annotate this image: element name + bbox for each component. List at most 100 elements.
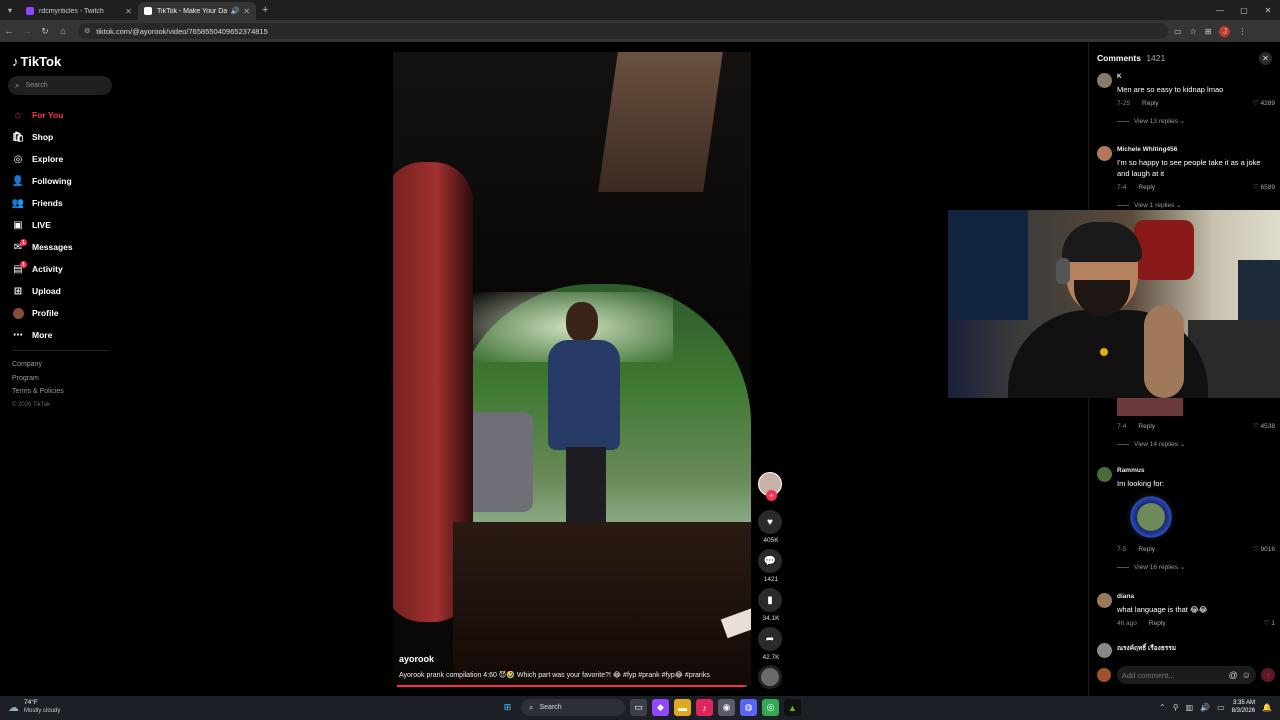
taskbar-search[interactable]: ⌕ Search [521, 699, 625, 716]
notification-bell-icon[interactable]: 🔔 [1262, 703, 1272, 712]
music-disc-icon[interactable] [758, 665, 782, 689]
comment-input[interactable]: Add comment... @ ☺ [1117, 666, 1256, 684]
weather-widget[interactable]: ☁ 74°F Mostly cloudy [8, 699, 60, 715]
close-window-button[interactable]: ✕ [1256, 6, 1280, 15]
sidebar-item-live[interactable]: ▣ LIVE [12, 214, 73, 236]
new-tab-button[interactable]: + [262, 4, 268, 16]
reload-button[interactable]: ↻ [36, 26, 54, 37]
footer-link-company[interactable]: Company [12, 358, 64, 372]
tab-tiktok[interactable]: TikTok - Make Your Day 🔊 ✕ [138, 2, 256, 20]
menu-icon[interactable]: ⋮ [1238, 27, 1246, 36]
comment-username[interactable]: ณรงค์ฤทธิ์ เรืองธรรม [1117, 643, 1275, 653]
file-explorer-icon[interactable]: ▬ [674, 699, 691, 716]
view-replies-button[interactable]: View 14 replies ⌄ [1117, 440, 1275, 450]
sidebar-item-activity[interactable]: ▤ 1 Activity [12, 258, 73, 280]
comment-avatar[interactable] [1097, 643, 1112, 658]
clock[interactable]: 3:35 AM 8/3/2026 [1232, 699, 1255, 715]
bookmark-icon[interactable]: ▮ [758, 588, 782, 612]
sidebar-item-label: Following [32, 176, 72, 186]
comment-avatar[interactable] [1097, 593, 1112, 608]
comment-like-button[interactable]: ♡ 9016 [1253, 545, 1275, 553]
comment-username[interactable]: diana [1117, 593, 1275, 603]
video-player[interactable] [393, 52, 751, 687]
volume-icon[interactable]: 🔊 [1200, 703, 1210, 712]
chrome-icon[interactable]: ◎ [762, 699, 779, 716]
reply-button[interactable]: Reply [1138, 546, 1155, 553]
maximize-button[interactable]: ▢ [1232, 6, 1256, 15]
extensions-icon[interactable]: ⊞ [1205, 27, 1212, 36]
reply-button[interactable]: Reply [1138, 184, 1155, 191]
follow-plus-icon[interactable]: + [766, 490, 777, 501]
comment-username[interactable]: K [1117, 73, 1275, 83]
battery-icon[interactable]: ▭ [1217, 703, 1225, 712]
home-button[interactable]: ⌂ [54, 26, 72, 36]
video-progress-fill [397, 685, 744, 687]
twitch-icon [26, 7, 34, 15]
emoji-icon[interactable]: ☺ [1242, 670, 1251, 680]
search-input[interactable]: ⌕ Search [8, 76, 112, 95]
network-icon[interactable]: ▥ [1186, 703, 1194, 712]
footer-link-program[interactable]: Program [12, 372, 64, 386]
activity-badge: 1 [20, 261, 27, 268]
nvidia-icon[interactable]: ▲ [784, 699, 801, 716]
back-button[interactable]: ← [0, 26, 18, 36]
video-progress-bar[interactable] [397, 685, 747, 687]
comment-text: I'm so happy to see people take it as a … [1117, 158, 1261, 178]
creator-avatar[interactable]: + [758, 472, 782, 501]
task-view-icon[interactable]: ▭ [630, 699, 647, 716]
cast-icon[interactable]: ▭ [1174, 27, 1182, 36]
comment-image[interactable] [1117, 398, 1183, 416]
minimize-button[interactable]: — [1208, 6, 1232, 15]
sidebar-item-upload[interactable]: ⊞ Upload [12, 280, 73, 302]
sidebar-item-shop[interactable]: 🛍 Shop [12, 126, 73, 148]
bookmark-star-icon[interactable]: ☆ [1190, 27, 1197, 36]
sidebar-item-label: Shop [32, 132, 54, 142]
windows-start-icon[interactable]: ⊞ [499, 699, 516, 716]
comment-avatar[interactable] [1097, 467, 1112, 482]
sidebar-item-following[interactable]: 👤 Following [12, 170, 73, 192]
sidebar-item-messages[interactable]: ✉ 1 Messages [12, 236, 73, 258]
comment-like-button[interactable]: ♡ 6589 [1253, 183, 1275, 191]
speaker-icon[interactable]: 🔊 [231, 7, 240, 15]
close-icon[interactable]: ✕ [1259, 52, 1272, 65]
tiktok-logo[interactable]: ♪ TikTok [12, 54, 61, 69]
twitch-icon[interactable]: ◆ [652, 699, 669, 716]
share-icon[interactable]: ➦ [758, 627, 782, 651]
heart-icon[interactable]: ♥ [758, 510, 782, 534]
sidebar-item-more[interactable]: ⋯ More [12, 324, 73, 346]
url-field[interactable]: ⚙ tiktok.com/@ayorook/video/765855040965… [78, 23, 1168, 39]
reply-button[interactable]: Reply [1142, 100, 1159, 107]
sidebar-item-friends[interactable]: 👥 Friends [12, 192, 73, 214]
sidebar-item-profile[interactable]: Profile [12, 302, 73, 324]
video-author[interactable]: ayorook [399, 654, 749, 664]
tab-twitch[interactable]: rdcmyriticles - Twitch ✕ [20, 2, 138, 20]
footer-link-terms[interactable]: Terms & Policies [12, 385, 64, 399]
close-tab-icon[interactable]: ✕ [125, 7, 132, 16]
comment-avatar[interactable] [1097, 146, 1112, 161]
comment-avatar[interactable] [1097, 73, 1112, 88]
chevron-up-icon[interactable]: ⌃ [1159, 703, 1166, 712]
mention-icon[interactable]: @ [1229, 670, 1238, 680]
tab-search-icon[interactable]: ▾ [0, 0, 20, 20]
profile-avatar[interactable]: J [1219, 25, 1231, 37]
view-replies-button[interactable]: View 16 replies ⌄ [1117, 563, 1275, 573]
reply-button[interactable]: Reply [1138, 423, 1155, 430]
sidebar-item-explore[interactable]: ◎ Explore [12, 148, 73, 170]
forward-button[interactable]: → [18, 26, 36, 36]
comment-like-button[interactable]: ♡ 1 [1264, 619, 1275, 627]
usb-icon[interactable]: ⚲ [1173, 703, 1179, 712]
reply-button[interactable]: Reply [1149, 620, 1166, 627]
comment-username[interactable]: Michele Whiting456 [1117, 146, 1275, 156]
tiktok-icon[interactable]: ♪ [696, 699, 713, 716]
comment-like-button[interactable]: ♡ 4538 [1253, 422, 1275, 430]
site-info-icon[interactable]: ⚙ [84, 27, 90, 35]
send-comment-button[interactable]: ↑ [1261, 668, 1275, 682]
comment-like-button[interactable]: ♡ 4289 [1253, 99, 1275, 107]
close-tab-icon[interactable]: ✕ [243, 7, 250, 16]
sidebar-item-for-you[interactable]: ⌂ For You [12, 104, 73, 126]
comment-username[interactable]: Rammus [1117, 467, 1275, 477]
steam-icon[interactable]: ◉ [718, 699, 735, 716]
comment-icon[interactable]: 💬 [758, 549, 782, 573]
discord-icon[interactable]: ◍ [740, 699, 757, 716]
view-replies-button[interactable]: View 13 replies ⌄ [1117, 117, 1275, 127]
